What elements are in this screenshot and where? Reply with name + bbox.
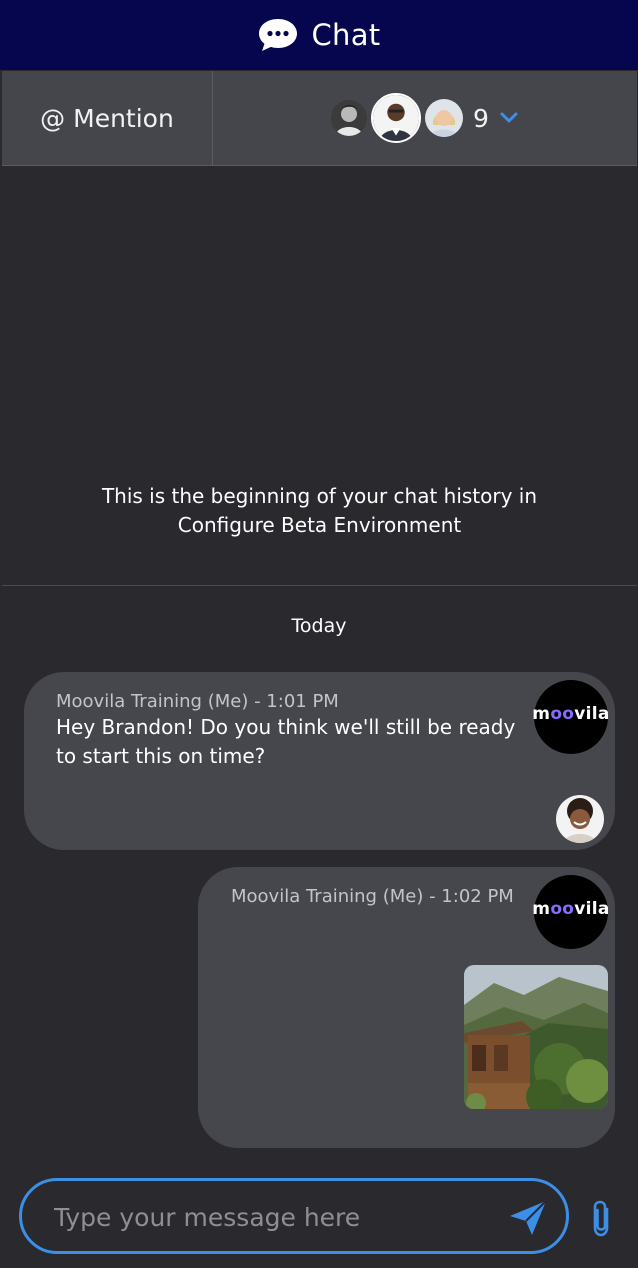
logo-tagline	[570, 725, 571, 730]
message-line: Hey Brandon! Do you think we'll still be…	[56, 715, 516, 739]
mention-button[interactable]: @ Mention	[2, 71, 213, 165]
moovila-logo: moovila	[532, 704, 610, 724]
history-line-2: Configure Beta Environment	[177, 513, 462, 537]
sender-avatar: moovila	[532, 680, 610, 754]
chat-history-note: This is the beginning of your chat histo…	[62, 482, 577, 540]
sender-avatar: moovila	[532, 875, 610, 949]
participant-count: 9	[473, 103, 489, 133]
paperclip-icon[interactable]	[590, 1198, 614, 1238]
chat-header: Chat	[0, 0, 638, 70]
message-composer	[19, 1178, 569, 1254]
message-line: to start this on time?	[56, 744, 266, 768]
logo-tagline	[570, 920, 571, 925]
participants-dropdown[interactable]: 9	[213, 71, 637, 165]
date-divider: Today	[291, 615, 347, 637]
message-input[interactable]	[52, 1181, 486, 1253]
moovila-logo: moovila	[532, 899, 610, 919]
send-icon[interactable]	[508, 1199, 548, 1237]
chevron-down-icon	[500, 112, 518, 123]
read-receipt-avatar	[556, 795, 604, 843]
chat-history-area: This is the beginning of your chat histo…	[2, 166, 637, 586]
photo-attachment[interactable]	[464, 965, 608, 1109]
chat-bubble-icon	[258, 19, 297, 51]
participant-avatar	[425, 99, 464, 137]
message-bubble[interactable]: Moovila Training (Me) - 1:01 PM Hey Bran…	[24, 672, 615, 850]
message-text: Hey Brandon! Do you think we'll still be…	[56, 713, 515, 771]
message-meta: Moovila Training (Me) - 1:01 PM	[56, 691, 339, 712]
header-title: Chat	[311, 18, 381, 52]
message-meta: Moovila Training (Me) - 1:02 PM	[231, 886, 514, 907]
participant-avatar	[371, 93, 422, 143]
participant-avatar	[331, 100, 368, 136]
chat-toolbar: @ Mention 9	[2, 71, 637, 166]
history-line-1: This is the beginning of your chat histo…	[101, 484, 538, 508]
